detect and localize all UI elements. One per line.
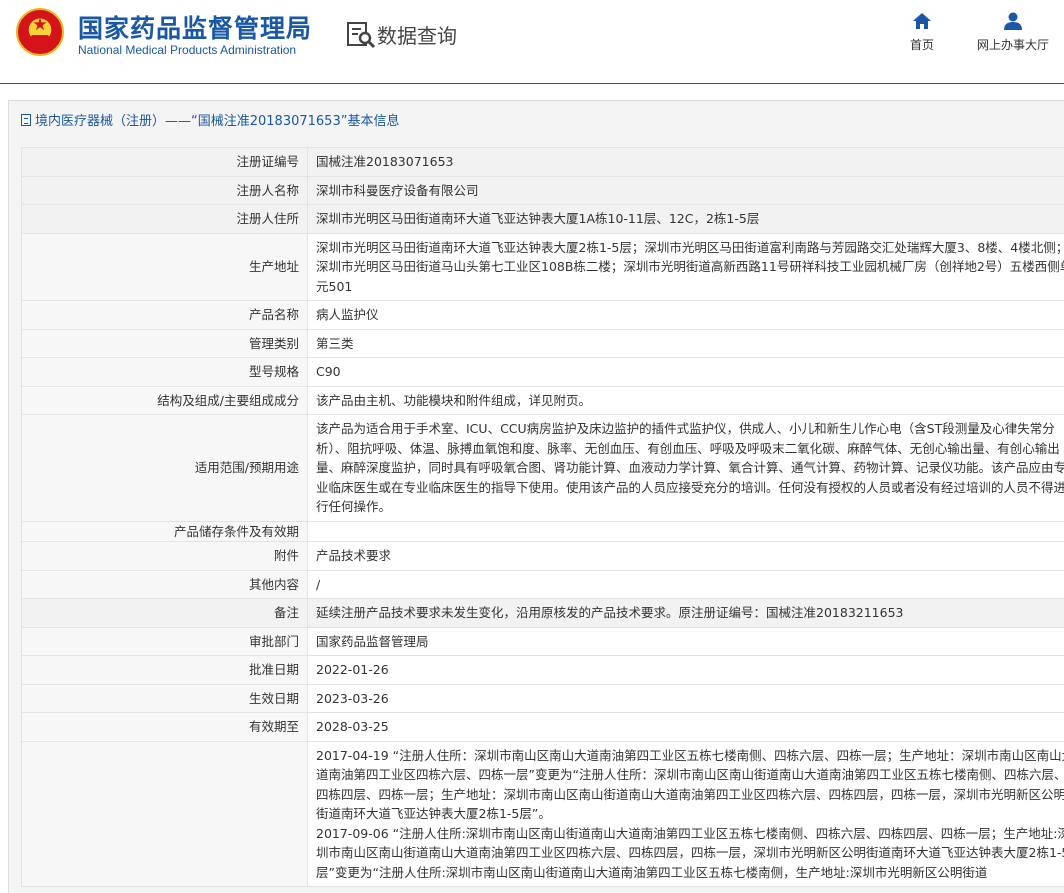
nav-home[interactable]: 首页 [900, 12, 944, 53]
nav-online-service-hall[interactable]: 网上办事大厅 [968, 12, 1058, 53]
table-row: 生效日期 2023-03-26 [21, 683, 1064, 713]
change-history-value: 2017-04-19 “注册人住所：深圳市南山区南山大道南油第四工业区五栋七楼南… [307, 740, 1064, 887]
field-label: 附件 [21, 541, 308, 571]
field-label: 注册证编号 [21, 147, 308, 177]
field-value: 国械注准20183071653 [307, 147, 1064, 177]
panel-title-text: 境内医疗器械（注册）——“国械注准20183071653”基本信息 [35, 114, 400, 129]
field-label: 注册人住所 [21, 204, 308, 234]
table-row: 有效期至 2028-03-25 [21, 712, 1064, 742]
emblem-star: ★ [32, 15, 48, 35]
table-row: 型号规格 C90 [21, 357, 1064, 387]
field-label: 型号规格 [21, 357, 308, 387]
field-label: 批准日期 [21, 655, 308, 685]
table-row: 适用范围/预期用途 该产品为适合用于手术室、ICU、CCU病房监护及床边监护的插… [21, 414, 1064, 522]
panel-title: 境内医疗器械（注册）——“国械注准20183071653”基本信息 [21, 110, 399, 129]
registration-info-table: 注册证编号 国械注准20183071653 注册人名称 深圳市科曼医疗设备有限公… [21, 147, 1064, 887]
field-value: / [307, 569, 1064, 599]
field-label: 产品储存条件及有效期 [21, 520, 308, 542]
field-value: 深圳市光明区马田街道南环大道飞亚达钟表大厦1A栋10-11层、12C，2栋1-5… [307, 204, 1064, 234]
field-value: 延续注册产品技术要求未发生变化，沿用原核发的产品技术要求。原注册证编号：国械注准… [307, 598, 1064, 628]
national-emblem-icon: ★ [16, 8, 64, 56]
table-row: 产品储存条件及有效期 [21, 520, 1064, 542]
table-row: 注册人名称 深圳市科曼医疗设备有限公司 [21, 175, 1064, 205]
document-icon [21, 114, 31, 126]
section-title: 数据查询 [377, 24, 457, 48]
table-row: 批准日期 2022-01-26 [21, 655, 1064, 685]
user-icon [1004, 12, 1022, 30]
table-row: 注册证编号 国械注准20183071653 [21, 147, 1064, 177]
field-value: 该产品由主机、功能模块和附件组成，详见附页。 [307, 385, 1064, 415]
field-value: 国家药品监督管理局 [307, 626, 1064, 656]
change-history-entry: 2017-09-06 “注册人住所:深圳市南山区南山街道南山大道南油第四工业区五… [316, 825, 1064, 880]
logo-english-name[interactable]: National Medical Products Administration [78, 43, 296, 57]
table-row: 备注 延续注册产品技术要求未发生变化，沿用原核发的产品技术要求。原注册证编号：国… [21, 598, 1064, 628]
table-row: 结构及组成/主要组成成分 该产品由主机、功能模块和附件组成，详见附页。 [21, 385, 1064, 415]
site-header: ★ 国家药品监督管理局 National Medical Products Ad… [0, 0, 1064, 84]
field-value: 第三类 [307, 328, 1064, 358]
field-label: 其他内容 [21, 569, 308, 599]
field-value: 2023-03-26 [307, 683, 1064, 713]
field-value: 2028-03-25 [307, 712, 1064, 742]
field-value: C90 [307, 357, 1064, 387]
field-value: 病人监护仪 [307, 300, 1064, 330]
field-label: 审批部门 [21, 626, 308, 656]
emblem-gate [31, 35, 49, 44]
field-label: 适用范围/预期用途 [21, 414, 308, 522]
table-row: 其他内容 / [21, 569, 1064, 599]
table-row: 2017-04-19 “注册人住所：深圳市南山区南山大道南油第四工业区五栋七楼南… [21, 740, 1064, 887]
field-value: 产品技术要求 [307, 541, 1064, 571]
home-icon [913, 13, 931, 29]
nav-home-label: 首页 [909, 38, 934, 52]
change-history-entry: 2017-04-19 “注册人住所：深圳市南山区南山大道南油第四工业区五栋七楼南… [316, 747, 1064, 822]
field-label: 管理类别 [21, 328, 308, 358]
nav-online-service-hall-label: 网上办事大厅 [976, 38, 1049, 52]
field-value: 深圳市光明区马田街道南环大道飞亚达钟表大厦2栋1-5层；深圳市光明区马田街道富利… [307, 232, 1064, 301]
field-label [21, 740, 308, 887]
field-value: 深圳市科曼医疗设备有限公司 [307, 175, 1064, 205]
field-label: 结构及组成/主要组成成分 [21, 385, 308, 415]
field-value [307, 520, 1064, 542]
logo-chinese-name[interactable]: 国家药品监督管理局 [78, 9, 312, 45]
field-label: 有效期至 [21, 712, 308, 742]
table-row: 审批部门 国家药品监督管理局 [21, 626, 1064, 656]
search-document-icon [347, 22, 376, 49]
table-row: 生产地址 深圳市光明区马田街道南环大道飞亚达钟表大厦2栋1-5层；深圳市光明区马… [21, 232, 1064, 301]
field-value: 2022-01-26 [307, 655, 1064, 685]
field-label: 产品名称 [21, 300, 308, 330]
table-row: 附件 产品技术要求 [21, 541, 1064, 571]
field-label: 生产地址 [21, 232, 308, 301]
field-label: 备注 [21, 598, 308, 628]
field-label: 生效日期 [21, 683, 308, 713]
table-row: 产品名称 病人监护仪 [21, 300, 1064, 330]
table-row: 管理类别 第三类 [21, 328, 1064, 358]
table-row: 注册人住所 深圳市光明区马田街道南环大道飞亚达钟表大厦1A栋10-11层、12C… [21, 204, 1064, 234]
field-label: 注册人名称 [21, 175, 308, 205]
field-value: 该产品为适合用于手术室、ICU、CCU病房监护及床边监护的插件式监护仪，供成人、… [307, 414, 1064, 522]
